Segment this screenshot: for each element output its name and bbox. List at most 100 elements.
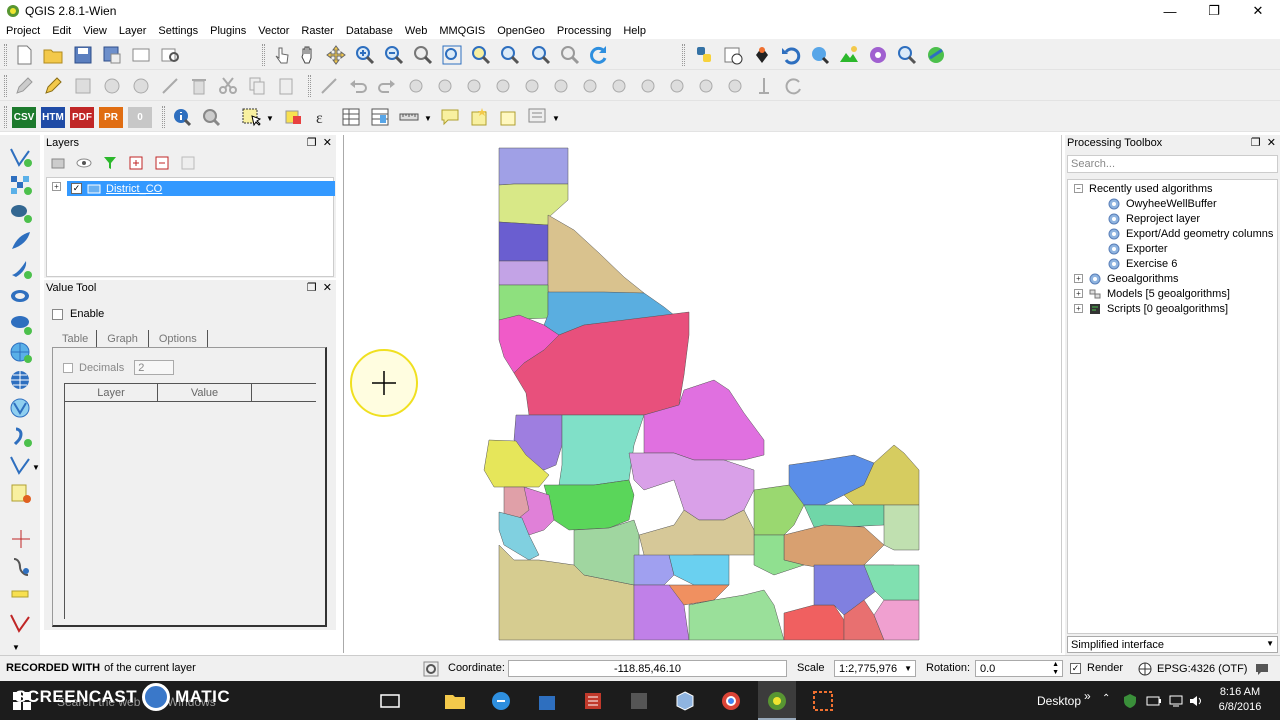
tree-group-scripts[interactable]: + Scripts [0 geoalgorithms] [1074,301,1228,316]
advanced-edit-6-button[interactable] [550,75,572,97]
add-delimited-text-button[interactable] [8,425,34,449]
scale-combobox[interactable]: 1:2,775,976 ▼ [834,660,916,677]
undo-button[interactable] [347,75,369,97]
toolbar-grip[interactable] [4,75,7,97]
column-layer[interactable]: Layer [65,384,158,401]
maximize-button[interactable]: ❐ [1192,0,1236,22]
cut-features-button[interactable] [217,75,239,97]
processing-search-input[interactable]: Search... [1067,155,1278,173]
map-canvas[interactable] [343,135,1062,653]
district-region-05[interactable] [547,214,645,296]
menu-web[interactable]: Web [405,25,427,37]
zoom-native-button[interactable] [412,44,434,66]
menu-raster[interactable]: Raster [301,25,333,37]
identify-features-button[interactable] [171,106,193,128]
chrome-icon[interactable] [720,690,742,712]
touch-zoom-button[interactable] [270,44,292,66]
crs-button[interactable]: EPSG:4326 (OTF) [1138,662,1247,676]
advanced-edit-9-button[interactable] [637,75,659,97]
digitize-tool-button[interactable] [318,75,340,97]
decimals-spinbox[interactable]: 2 [134,360,175,375]
chevron-down-icon[interactable]: ▼ [12,643,20,652]
tree-group-geoalgorithms[interactable]: + Geoalgorithms [1074,271,1179,286]
close-panel-icon[interactable]: ✕ [323,136,332,149]
select-features-button[interactable] [240,106,262,128]
advanced-edit-10-button[interactable] [666,75,688,97]
tree-item-recent-2[interactable]: Export/Add geometry columns [1108,226,1273,241]
delete-selected-button[interactable] [188,75,210,97]
messages-icon[interactable] [1254,661,1270,677]
show-bookmarks-button[interactable] [497,106,519,128]
zoom-out-button[interactable] [383,44,405,66]
new-shapefile-button[interactable] [8,453,34,477]
toolbar-grip[interactable] [308,75,311,97]
toolbar-grip[interactable] [162,106,165,128]
toggle-editing-button[interactable] [42,75,64,97]
battery-icon[interactable] [1146,693,1162,709]
remove-layer-icon[interactable] [180,155,196,171]
district-region-25[interactable] [783,524,885,571]
add-db2-layer-button[interactable] [8,313,34,337]
district-region-12[interactable] [558,414,645,486]
district-region-03[interactable] [498,221,549,262]
add-group-icon[interactable] [50,155,66,171]
toolbar-overflow[interactable]: » [1084,689,1091,703]
layer-row-district[interactable]: ✓ District_CO [67,181,335,196]
offset-tool-button[interactable] [8,583,34,607]
coordinate-field[interactable]: -118.85,46.10 [508,660,787,677]
district-region-24[interactable] [803,504,885,528]
export-csv-button[interactable]: CSV [12,107,36,128]
interface-mode-select[interactable]: Simplified interface ▼ [1067,636,1278,653]
shield-icon[interactable] [1122,693,1138,709]
toolbar-grip[interactable] [4,106,7,128]
advanced-edit-8-button[interactable] [608,75,630,97]
export-pr-button[interactable]: PR [99,107,123,128]
export-html-button[interactable]: HTM [41,107,65,128]
menu-processing[interactable]: Processing [557,25,611,37]
calculator-icon[interactable] [582,690,604,712]
node-tool-button[interactable] [159,75,181,97]
menu-layer[interactable]: Layer [119,25,147,37]
history-button[interactable] [722,44,744,66]
advanced-edit-4-button[interactable] [492,75,514,97]
enable-checkbox[interactable] [52,308,63,320]
terrain-button[interactable] [838,44,860,66]
expand-all-icon[interactable] [128,155,144,171]
app-icon[interactable] [628,690,650,712]
action-button[interactable] [200,106,222,128]
network-icon[interactable] [1168,693,1184,709]
district-region-34[interactable] [783,604,845,641]
export-zero-button[interactable]: 0 [128,107,152,128]
tab-options[interactable]: Options [149,330,208,348]
menu-opengeo[interactable]: OpenGeo [497,25,545,37]
tree-item-recent-4[interactable]: Exercise 6 [1108,256,1177,271]
map-tips-button[interactable] [439,106,461,128]
save-edits-button[interactable] [72,75,94,97]
export-pdf-button[interactable]: PDF [70,107,94,128]
close-button[interactable]: ✕ [1236,0,1280,22]
taskbar-qgis-active[interactable] [758,681,796,720]
toggle-extents-icon[interactable] [422,660,440,678]
expand-icon[interactable]: + [1074,274,1083,283]
add-postgis-layer-button[interactable] [8,201,34,225]
statistics-button[interactable] [369,106,391,128]
add-point-tool-button[interactable] [8,527,34,551]
toolbar-grip[interactable] [262,44,265,66]
layer-visibility-checkbox[interactable]: ✓ [71,183,82,194]
add-raster-layer-button[interactable] [8,173,34,197]
render-checkbox[interactable]: ✓ [1070,662,1081,674]
file-explorer-icon[interactable] [444,691,466,711]
tab-graph[interactable]: Graph [97,330,149,348]
screencast-app-icon[interactable] [812,690,834,712]
district-region-02[interactable] [498,183,569,226]
advanced-edit-2-button[interactable] [434,75,456,97]
zoom-to-selection-button[interactable] [470,44,492,66]
advanced-edit-1-button[interactable] [405,75,427,97]
render-toggle[interactable]: ✓ Render [1070,662,1123,674]
zoom-full-button[interactable] [441,44,463,66]
add-mssql-layer-button[interactable] [8,257,34,281]
float-panel-icon[interactable]: ❐ [307,281,317,294]
task-view-icon[interactable] [380,692,400,710]
measure-line-button[interactable] [398,106,420,128]
add-wfs-layer-button[interactable] [8,397,34,421]
